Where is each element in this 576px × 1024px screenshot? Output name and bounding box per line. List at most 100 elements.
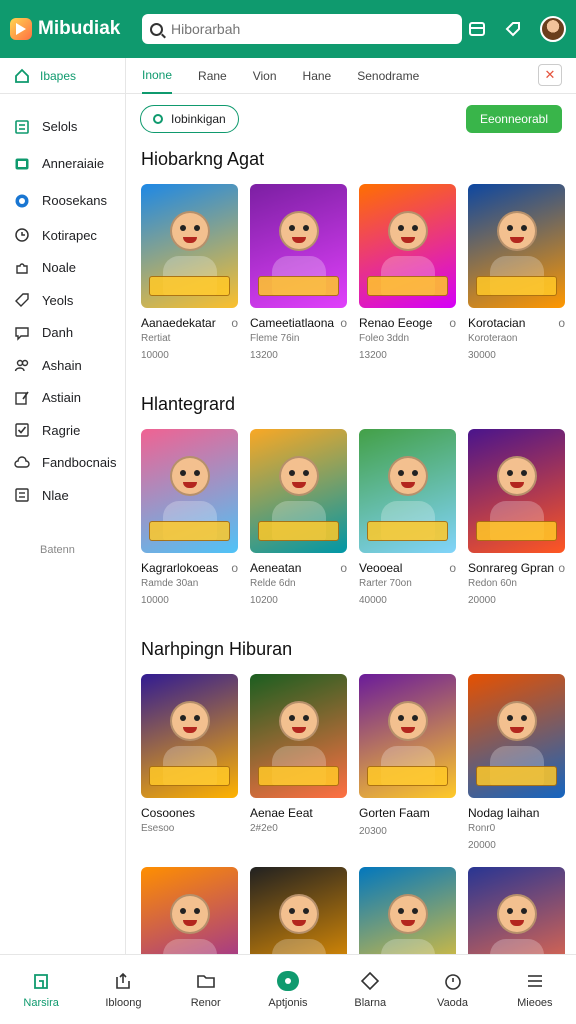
- game-card[interactable]: [141, 867, 238, 954]
- top-app-bar: Mibudiak: [0, 0, 576, 58]
- sidebar-item[interactable]: Danh: [0, 317, 125, 350]
- game-card[interactable]: Veooeal o Rarter 70on 40000: [359, 429, 456, 606]
- sidebar-home-label: Ibapes: [40, 68, 77, 83]
- card-icon[interactable]: [468, 20, 486, 38]
- more-icon[interactable]: o: [340, 316, 347, 330]
- card-title: Sonrareg Gpran: [468, 561, 555, 575]
- sidebar-footer[interactable]: Batenn: [0, 544, 125, 556]
- search-bar[interactable]: [142, 14, 462, 44]
- game-thumbnail[interactable]: [359, 429, 456, 553]
- game-thumbnail[interactable]: [468, 674, 565, 798]
- search-input[interactable]: [171, 21, 441, 37]
- game-card[interactable]: Aanaedekatar o Rertiat 10000: [141, 184, 238, 361]
- card-count: 13200: [250, 350, 278, 361]
- sidebar-item[interactable]: Fandbocnais: [0, 447, 125, 480]
- game-card[interactable]: Nodag Iaihan Ronr0 20000: [468, 674, 565, 851]
- game-card[interactable]: Korotacian o Koroteraon 30000: [468, 184, 565, 361]
- game-thumbnail[interactable]: [141, 867, 238, 954]
- game-card[interactable]: Cosoones Esesoo: [141, 674, 238, 851]
- card-title: Nodag Iaihan: [468, 806, 540, 820]
- character-icon: [169, 456, 210, 497]
- sidebar-item[interactable]: Roosekans: [0, 182, 125, 219]
- bottom-nav-item[interactable]: Aptjonis: [247, 955, 329, 1024]
- sidebar-item[interactable]: Selols: [0, 108, 125, 145]
- sidebar-item-label: Astiain: [42, 390, 82, 406]
- tag-icon[interactable]: [504, 20, 522, 38]
- game-thumbnail[interactable]: [468, 867, 565, 954]
- sidebar-item[interactable]: Noale: [0, 252, 125, 285]
- check-icon: [15, 423, 29, 437]
- sidebar-item[interactable]: Yeols: [0, 284, 125, 317]
- game-card[interactable]: Renao Eeoge o Foleo 3ddn 13200: [359, 184, 456, 361]
- more-icon[interactable]: o: [449, 316, 456, 330]
- expand-icon[interactable]: ✕: [538, 64, 562, 86]
- game-thumbnail[interactable]: [468, 429, 565, 553]
- clock-icon: [15, 228, 29, 242]
- card-count: 10200: [250, 595, 278, 606]
- more-icon[interactable]: o: [231, 561, 238, 575]
- game-thumbnail[interactable]: [141, 184, 238, 308]
- people-icon: [14, 360, 29, 372]
- bottom-nav-label: Blarna: [354, 996, 387, 1009]
- game-thumbnail[interactable]: [250, 674, 347, 798]
- game-card[interactable]: [359, 867, 456, 954]
- avatar[interactable]: [540, 16, 566, 42]
- card-title-row: Aenae Eeat: [250, 806, 347, 820]
- more-icon[interactable]: o: [231, 316, 238, 330]
- sidebar-item[interactable]: Ragrie: [0, 414, 125, 447]
- game-card[interactable]: [250, 867, 347, 954]
- sidebar-item[interactable]: Anneraiaie: [0, 145, 125, 182]
- bottom-nav-item[interactable]: Vaoda: [411, 955, 493, 1024]
- character-icon: [169, 211, 210, 252]
- card-title-row: Aeneatan o: [250, 561, 347, 575]
- sidebar-home[interactable]: Ibapes: [0, 58, 125, 94]
- card-count: 30000: [468, 350, 496, 361]
- sidebar-item-label: Ragrie: [42, 422, 81, 438]
- character-icon: [387, 701, 428, 742]
- game-thumbnail[interactable]: [250, 429, 347, 553]
- bottom-nav-item[interactable]: Blarna: [329, 955, 411, 1024]
- sidebar-item[interactable]: Astiain: [0, 382, 125, 415]
- tab[interactable]: Rane: [198, 58, 227, 94]
- sidebar-item[interactable]: Ashain: [0, 349, 125, 382]
- game-thumbnail[interactable]: [250, 867, 347, 954]
- game-card[interactable]: Cameetiatlaona o Fleme 76in 13200: [250, 184, 347, 361]
- tab[interactable]: Hane: [303, 58, 332, 94]
- bottom-nav-label: Aptjonis: [268, 996, 308, 1009]
- character-icon: [387, 894, 428, 935]
- game-thumbnail[interactable]: [141, 674, 238, 798]
- game-thumbnail[interactable]: [250, 184, 347, 308]
- sidebar-item[interactable]: Kotirapec: [0, 219, 125, 252]
- game-thumbnail[interactable]: [359, 184, 456, 308]
- character-icon: [387, 211, 428, 252]
- more-icon[interactable]: o: [558, 316, 565, 330]
- more-icon[interactable]: o: [449, 561, 456, 575]
- filter-chip[interactable]: Iobinkigan: [140, 105, 239, 133]
- game-thumbnail[interactable]: [468, 184, 565, 308]
- game-card[interactable]: Gorten Faam 20300: [359, 674, 456, 851]
- game-thumbnail[interactable]: [359, 867, 456, 954]
- game-card[interactable]: Kagrarlokoeas o Ramde 30an 10000: [141, 429, 238, 606]
- more-icon[interactable]: o: [340, 561, 347, 575]
- bottom-nav-item[interactable]: Mieoes: [494, 955, 576, 1024]
- app-logo[interactable]: Mibudiak: [10, 18, 132, 40]
- bottom-nav-item[interactable]: Narsira: [0, 955, 82, 1024]
- content-section: Hiobarkng Agat Aanaedekatar o Rertiat 10000 C…: [126, 144, 576, 361]
- card-title-row: Renao Eeoge o: [359, 316, 456, 330]
- card-count: 10000: [141, 595, 169, 606]
- primary-action-button[interactable]: Eeonneorabl: [465, 105, 562, 133]
- sidebar-item[interactable]: Nlae: [0, 479, 125, 512]
- game-card[interactable]: Aenae Eeat 2#2e0: [250, 674, 347, 851]
- game-card[interactable]: [468, 867, 565, 954]
- tab[interactable]: Vion: [253, 58, 277, 94]
- game-thumbnail[interactable]: [359, 674, 456, 798]
- tab[interactable]: Inone: [142, 58, 173, 94]
- tab[interactable]: Senodrame: [357, 58, 419, 94]
- more-icon[interactable]: o: [558, 561, 565, 575]
- game-card[interactable]: Aeneatan o Relde 6dn 10200: [250, 429, 347, 606]
- card-count: 20000: [468, 840, 496, 851]
- bottom-nav-item[interactable]: Renor: [165, 955, 247, 1024]
- game-card[interactable]: Sonrareg Gpran o Redon 60n 20000: [468, 429, 565, 606]
- bottom-nav-item[interactable]: Ibloong: [82, 955, 164, 1024]
- game-thumbnail[interactable]: [141, 429, 238, 553]
